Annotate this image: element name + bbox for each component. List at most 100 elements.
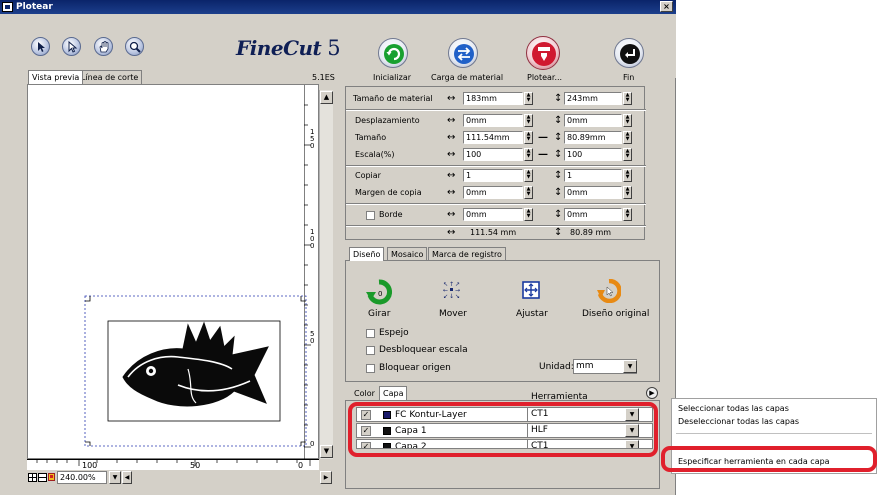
fit-button[interactable] [520, 279, 542, 304]
copies-y-input[interactable]: 1 [564, 169, 622, 182]
copy-margin-row: Margen de copia ↔ 0mm ▲ ▼ ↕ 0mm ▲ ▼ [346, 186, 646, 200]
copy-margin-label: Margen de copia [355, 188, 422, 197]
scale-x-spinner[interactable]: ▲ ▼ [524, 148, 533, 161]
tab-registration-mark[interactable]: Marca de registro [428, 247, 506, 261]
scroll-up-button[interactable]: ▲ [320, 91, 333, 104]
layer-menu-button[interactable]: ▶ [646, 387, 658, 399]
copy-margin-x-input[interactable]: 0mm [463, 186, 523, 199]
tab-color[interactable]: Color [351, 387, 378, 401]
copies-y-spinner[interactable]: ▲ ▼ [623, 169, 632, 182]
plot-button[interactable] [526, 36, 560, 70]
total-size-row: ↔ 111.54 mm ↕ 80.89 mm [346, 226, 646, 240]
copies-x-spinner[interactable]: ▲ ▼ [524, 169, 533, 182]
app-icon [2, 2, 13, 12]
height-arrow-icon: ↕ [554, 132, 563, 143]
fit-label: Ajustar [516, 309, 548, 319]
border-y-spinner[interactable]: ▲ ▼ [623, 208, 632, 221]
unit-label: Unidad: [539, 362, 574, 372]
layer-highlight-box [348, 402, 658, 457]
horizontal-ruler-ticks [36, 460, 311, 466]
offset-x-spinner[interactable]: ▲ ▼ [524, 114, 533, 127]
plot-window: Plotear × FineCut 5 Inicializar Carga de … [0, 0, 676, 495]
border-y-input[interactable]: 0mm [564, 208, 622, 221]
hand-icon [99, 41, 109, 53]
ruler-v-0: 0 [310, 440, 315, 448]
menu-deselect-all-layers[interactable]: Deseleccionar todas las capas [678, 417, 799, 426]
material-width-spinner[interactable]: ▲ ▼ [524, 92, 533, 105]
size-width-spinner[interactable]: ▲ ▼ [524, 131, 533, 144]
copies-x-input[interactable]: 1 [463, 169, 523, 182]
offset-y-spinner[interactable]: ▲ ▼ [623, 114, 632, 127]
copy-margin-x-spinner[interactable]: ▲ ▼ [524, 186, 533, 199]
svg-text:↙: ↙ [443, 293, 448, 300]
unit-dropdown-button[interactable]: ▼ [623, 360, 637, 373]
scale-y-spinner[interactable]: ▲ ▼ [623, 148, 632, 161]
tab-preview[interactable]: Vista previa [28, 70, 84, 84]
close-button[interactable]: × [660, 1, 673, 12]
direct-select-tool[interactable] [62, 37, 81, 56]
unlock-scale-checkbox[interactable] [366, 346, 375, 355]
finish-button[interactable] [614, 38, 644, 68]
zoom-input[interactable]: 240.00% [57, 471, 107, 484]
scroll-right-button[interactable]: ▶ [320, 471, 332, 484]
border-x-input[interactable]: 0mm [463, 208, 523, 221]
initialize-label: Inicializar [373, 73, 412, 82]
vertical-scrollbar[interactable]: ▲ ▼ [319, 90, 333, 459]
ruler-v-150: 150 [310, 128, 315, 150]
copy-margin-y-input[interactable]: 0mm [564, 186, 622, 199]
ruler-h-50: 50 [190, 461, 201, 470]
move-button[interactable]: ↖ ↑ ↗ ← → ↙ ↓ ↘ [441, 279, 463, 304]
initialize-button[interactable] [378, 38, 408, 68]
zoom-dropdown-button[interactable]: ▼ [109, 471, 121, 484]
view-mode-icons[interactable] [28, 472, 56, 484]
material-width-input[interactable]: 183mm [463, 92, 523, 105]
offset-x-input[interactable]: 0mm [463, 114, 523, 127]
select-arrow-tool[interactable] [31, 37, 50, 56]
material-size-row: Tamaño de material ↔ 183mm ▲ ▼ ↕ 243mm ▲ ▼ [346, 92, 646, 106]
original-design-button[interactable] [597, 278, 622, 306]
design-panel: 0 Girar ↖ ↑ ↗ ← → ↙ ↓ ↘ Mover Ajustar Diseño … [345, 260, 660, 382]
height-arrow-icon: ↕ [554, 115, 563, 126]
scroll-down-button[interactable]: ▼ [320, 445, 333, 458]
hand-tool[interactable] [94, 37, 113, 56]
width-arrow-icon: ↔ [447, 93, 456, 104]
rotate-button[interactable]: 0 [366, 279, 393, 308]
divider [346, 203, 646, 205]
vertical-ruler: 150 100 50 0 [304, 85, 318, 459]
original-design-label: Diseño original [582, 309, 650, 319]
preview-canvas[interactable] [27, 84, 319, 459]
copy-margin-y-spinner[interactable]: ▲ ▼ [623, 186, 632, 199]
title-bar: Plotear × [0, 0, 676, 14]
load-material-button[interactable] [448, 38, 478, 68]
width-arrow-icon: ↔ [447, 227, 456, 238]
lock-origin-checkbox[interactable] [366, 364, 375, 373]
mirror-checkbox[interactable] [366, 329, 375, 338]
border-x-spinner[interactable]: ▲ ▼ [524, 208, 533, 221]
scale-row: Escala(%) ↔ 100 ▲ ▼ — ↕ 100 ▲ ▼ [346, 148, 646, 162]
magnifier-icon [129, 41, 141, 53]
scale-x-input[interactable]: 100 [463, 148, 523, 161]
hollow-arrow-icon [68, 40, 78, 53]
reset-design-icon [597, 278, 622, 304]
offset-y-input[interactable]: 0mm [564, 114, 622, 127]
mirror-label: Espejo [379, 328, 409, 338]
link-dash-icon[interactable]: — [538, 148, 548, 161]
height-arrow-icon: ↕ [554, 227, 563, 238]
scroll-left-button[interactable]: ◀ [122, 471, 132, 484]
tab-cut-line[interactable]: Línea de corte [77, 70, 143, 84]
size-height-spinner[interactable]: ▲ ▼ [623, 131, 632, 144]
tab-layer[interactable]: Capa [379, 386, 408, 400]
zoom-tool[interactable] [125, 37, 144, 56]
size-height-input[interactable]: 80.89mm [564, 131, 622, 144]
divider [346, 109, 646, 111]
size-width-input[interactable]: 111.54mm [463, 131, 523, 144]
scale-y-input[interactable]: 100 [564, 148, 622, 161]
link-dash-icon[interactable]: — [538, 131, 548, 144]
height-arrow-icon: ↕ [554, 170, 563, 181]
tab-design[interactable]: Diseño [349, 247, 385, 261]
border-checkbox[interactable] [366, 211, 375, 220]
tab-mosaic[interactable]: Mosaico [387, 247, 428, 261]
material-height-spinner[interactable]: ▲ ▼ [623, 92, 632, 105]
menu-select-all-layers[interactable]: Seleccionar todas las capas [678, 404, 789, 413]
material-height-input[interactable]: 243mm [564, 92, 622, 105]
